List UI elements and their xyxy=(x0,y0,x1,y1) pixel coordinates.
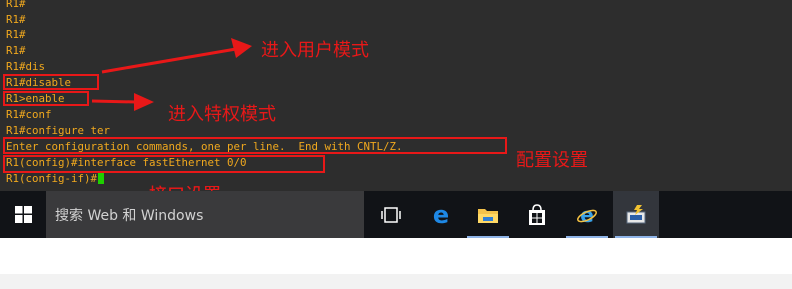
start-button[interactable] xyxy=(0,191,46,238)
annotation-user-mode: 进入用户模式 xyxy=(261,40,369,61)
edge-button[interactable]: e xyxy=(418,191,464,238)
windows-start-icon xyxy=(14,206,32,223)
network-app-button[interactable] xyxy=(613,191,659,238)
annotation-arrows xyxy=(91,38,252,111)
task-view-icon xyxy=(381,206,401,223)
file-explorer-icon xyxy=(478,208,498,223)
edge-icon: e xyxy=(433,204,449,226)
annotation-interface: 接口设置 xyxy=(149,185,221,191)
task-view-button[interactable] xyxy=(368,191,414,238)
search-box[interactable]: 搜索 Web 和 Windows xyxy=(46,191,364,238)
store-button[interactable] xyxy=(514,191,560,238)
arrow-privileged-mode xyxy=(91,93,154,111)
svg-text:e: e xyxy=(433,204,449,226)
annotation-config: 配置设置 xyxy=(516,150,588,171)
svg-text:e: e xyxy=(580,204,594,226)
terminal-window[interactable]: R1# R1# R1# R1# R1#dis R1#disable R1>ena… xyxy=(0,0,792,191)
bottom-strip xyxy=(0,274,792,289)
search-placeholder: 搜索 Web 和 Windows xyxy=(55,208,204,224)
annotation-privileged-mode: 进入特权模式 xyxy=(168,104,276,125)
store-icon xyxy=(529,203,545,225)
taskbar: 搜索 Web 和 Windows e e xyxy=(0,191,792,238)
file-explorer-button[interactable] xyxy=(465,191,511,238)
network-app-icon xyxy=(626,204,646,223)
ie-icon: e xyxy=(577,204,597,226)
internet-explorer-button[interactable]: e xyxy=(564,191,610,238)
arrow-user-mode xyxy=(101,38,252,74)
